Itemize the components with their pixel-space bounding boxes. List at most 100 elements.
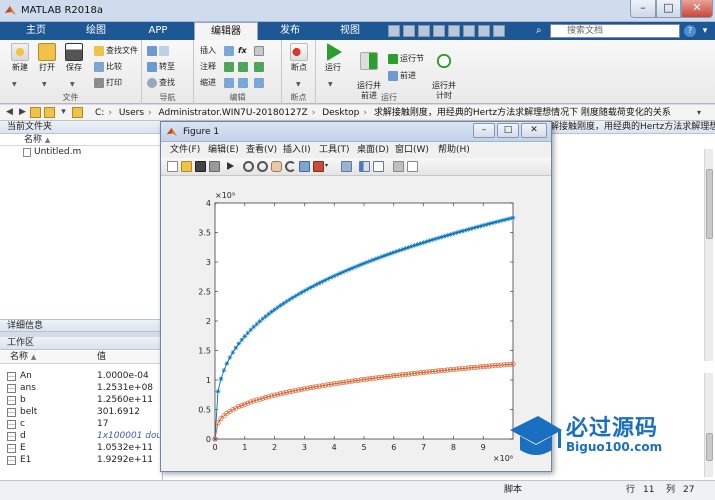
tab-editor[interactable]: 编辑器 (194, 22, 258, 40)
brush-dropdown-icon[interactable]: ▾ (325, 162, 336, 173)
help-icon[interactable]: ? (684, 25, 696, 37)
breadcrumb-item[interactable]: C: (95, 108, 104, 118)
collapse-ribbon-icon[interactable]: ▾ (699, 25, 711, 37)
address-dropdown-icon[interactable]: ▾ (697, 105, 701, 121)
colorbar-icon[interactable] (359, 161, 370, 172)
menu-window[interactable]: 窗口(W) (395, 143, 429, 158)
cut-quick-icon[interactable] (403, 25, 415, 37)
workspace-column-value[interactable]: 值 (97, 351, 106, 364)
open-button[interactable]: 打开 (33, 43, 61, 73)
undo-quick-icon[interactable] (448, 25, 460, 37)
help-quick-icon[interactable] (493, 25, 505, 37)
insert-function-icon[interactable] (254, 44, 266, 57)
maximize-button[interactable]: □ (656, 0, 681, 18)
zoom-out-icon[interactable] (257, 161, 268, 172)
goto-button[interactable]: 转至 (147, 60, 175, 73)
copy-quick-icon[interactable] (418, 25, 430, 37)
breadcrumb-item[interactable]: Administrator.WIN7U-20180127Z (159, 108, 308, 118)
breadcrumb-item[interactable]: Users (119, 108, 144, 118)
comment-percent-icon[interactable] (224, 60, 236, 73)
root-folder-icon[interactable] (72, 107, 83, 118)
menu-insert[interactable]: 插入(I) (283, 143, 311, 158)
increase-indent-icon[interactable] (238, 76, 250, 89)
edit-plot-icon[interactable] (227, 162, 234, 170)
figure-minimize-button[interactable]: – (473, 123, 495, 138)
find-files-button[interactable]: 查找文件 (94, 44, 138, 57)
figure-title-bar[interactable]: Figure 1 – □ ✕ (161, 122, 551, 142)
new-button[interactable]: 新建 (6, 43, 34, 73)
decrease-indent-icon[interactable] (254, 76, 266, 89)
new-figure-icon[interactable] (167, 161, 178, 172)
workspace-variable-row[interactable]: d 1x100001 doub (0, 431, 162, 442)
legend-icon[interactable] (373, 161, 384, 172)
print-button[interactable]: 打印 (94, 76, 122, 89)
menu-desktop[interactable]: 桌面(D) (357, 143, 389, 158)
file-item[interactable]: Untitled.m (0, 146, 162, 159)
workspace-variable-row[interactable]: An 1.0000e-04 (0, 371, 162, 382)
save-button[interactable]: 保存 (60, 43, 88, 73)
figure-window[interactable]: Figure 1 – □ ✕ 文件(F) 编辑(E) 查看(V) 插入(I) 工… (160, 121, 552, 472)
back-icon[interactable]: ◀ (4, 107, 15, 118)
print-figure-icon[interactable] (209, 161, 220, 172)
menu-help[interactable]: 帮助(H) (438, 143, 470, 158)
wrap-comments-icon[interactable] (254, 60, 266, 73)
figure-canvas[interactable]: 0 1 2 3 4 5 6 7 8 9 0 0.5 1 1.5 2 2.5 3 3.5 4 ×10⁹ ×10⁸ (162, 177, 550, 470)
data-cursor-icon[interactable] (299, 161, 310, 172)
redo-quick-icon[interactable] (463, 25, 475, 37)
save-figure-icon[interactable] (195, 161, 206, 172)
tab-view[interactable]: 视图 (322, 22, 378, 40)
menu-view[interactable]: 查看(V) (246, 143, 277, 158)
minimize-button[interactable]: – (630, 0, 656, 18)
search-input[interactable]: 搜索文档 (550, 24, 680, 38)
breadcrumb-item[interactable]: 求解接触刚度，用经典的Hertz方法求解理想情况下 刚度随载荷变化的关系 (374, 108, 671, 118)
workspace-variable-row[interactable]: belt 301.6912 (0, 407, 162, 418)
advance-button[interactable]: 前进 (388, 69, 416, 82)
tab-apps[interactable]: APP (128, 22, 188, 40)
close-button[interactable]: ✕ (681, 0, 713, 18)
dropdown-icon[interactable]: ▾ (58, 107, 69, 118)
menu-file[interactable]: 文件(F) (170, 143, 200, 158)
zoom-in-icon[interactable] (243, 161, 254, 172)
fx-button[interactable]: fx (238, 44, 247, 57)
insert-button[interactable]: 插入 (200, 44, 216, 57)
paste-quick-icon[interactable] (433, 25, 445, 37)
link-plot-icon[interactable] (341, 161, 352, 172)
save-quick-icon[interactable] (388, 25, 400, 37)
menu-edit[interactable]: 编辑(E) (208, 143, 239, 158)
compare-button[interactable]: 比较 (94, 60, 122, 73)
tab-plots[interactable]: 绘图 (68, 22, 124, 40)
find-button[interactable]: 查找 (147, 76, 175, 89)
uncomment-icon[interactable] (238, 60, 250, 73)
hide-plot-tools-icon[interactable] (393, 161, 404, 172)
breadcrumb-item[interactable]: Desktop (322, 108, 359, 118)
insert-section-icon[interactable] (224, 44, 236, 57)
command-scroll-thumb[interactable] (706, 433, 713, 461)
editor-scrollbar[interactable] (704, 149, 713, 361)
switch-windows-icon[interactable] (478, 25, 490, 37)
figure-maximize-button[interactable]: □ (497, 123, 519, 138)
back-forward-buttons[interactable] (147, 44, 171, 57)
tab-home[interactable]: 主页 (8, 22, 64, 40)
editor-scroll-thumb[interactable] (706, 169, 713, 239)
brush-icon[interactable] (313, 161, 324, 172)
workspace-variable-row[interactable]: ans 1.2531e+08 (0, 383, 162, 394)
figure-close-button[interactable]: ✕ (521, 123, 547, 138)
forward-icon[interactable]: ▶ (17, 107, 28, 118)
workspace-variable-row[interactable]: E 1.0532e+11 (0, 443, 162, 454)
indent-button[interactable]: 缩进 (200, 76, 216, 89)
rotate-3d-icon[interactable] (285, 161, 296, 172)
menu-tools[interactable]: 工具(T) (319, 143, 350, 158)
command-scrollbar[interactable] (704, 373, 713, 477)
current-folder-column-name[interactable]: 名称 ▲ (0, 134, 162, 146)
comment-button[interactable]: 注释 (200, 60, 216, 73)
show-plot-tools-icon[interactable] (407, 161, 418, 172)
line-plot[interactable]: 0 1 2 3 4 5 6 7 8 900.511.522.533.54×10⁹×10⁸ (162, 177, 550, 470)
run-section-button[interactable]: 运行节 (388, 52, 424, 65)
folder-up-icon[interactable] (30, 107, 41, 118)
open-file-icon[interactable] (181, 161, 192, 172)
breakpoints-button[interactable]: 断点 (285, 43, 313, 73)
workspace-variable-row[interactable]: E1 1.9292e+11 (0, 455, 162, 466)
tab-publish[interactable]: 发布 (262, 22, 318, 40)
workspace-column-name[interactable]: 名称 ▲ (10, 351, 36, 364)
pan-hand-icon[interactable] (271, 161, 282, 172)
